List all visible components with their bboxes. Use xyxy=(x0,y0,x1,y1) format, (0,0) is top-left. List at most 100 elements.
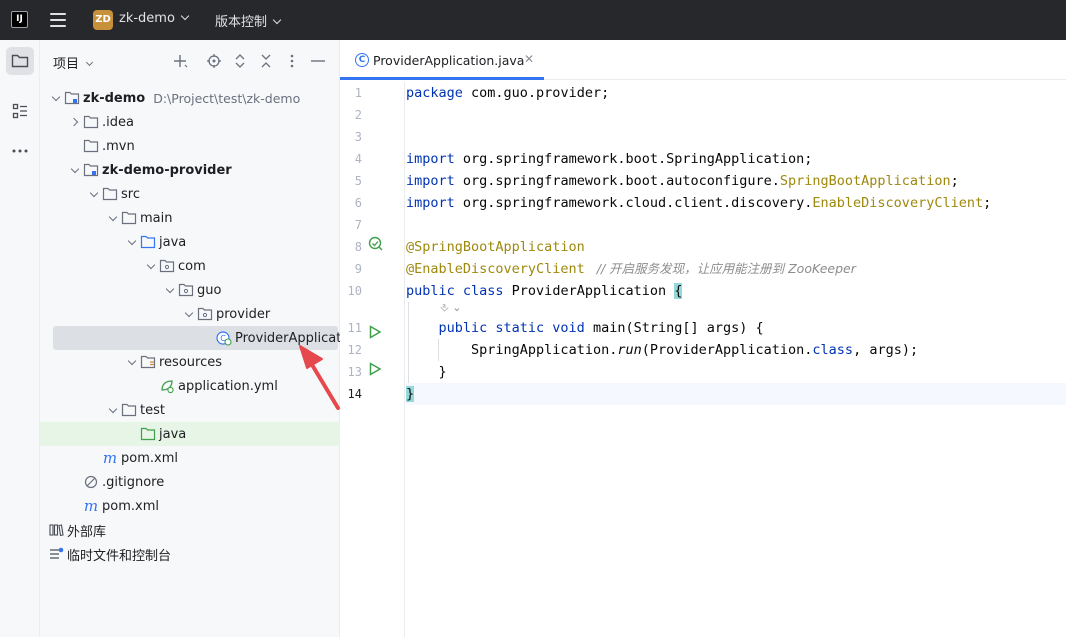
tree-item[interactable]: provider xyxy=(40,302,340,326)
run-main-icon[interactable] xyxy=(368,362,382,376)
folder-icon xyxy=(11,54,29,68)
chevron-down-icon[interactable] xyxy=(105,210,121,226)
line-number: 6 xyxy=(354,196,362,210)
tree-item-label: main xyxy=(140,210,173,226)
vcs-menu[interactable]: 版本控制 xyxy=(215,11,282,30)
indent-guide xyxy=(438,339,439,361)
more-icon xyxy=(12,149,28,153)
tree-item[interactable]: zk-demo D:\Project\test\zk-demo xyxy=(40,86,340,110)
line-number: 13 xyxy=(347,365,362,379)
chevron-down-icon[interactable] xyxy=(181,306,197,322)
tree-item[interactable]: guo xyxy=(40,278,340,302)
code-line: import org.springframework.boot.SpringAp… xyxy=(406,151,813,167)
code-line: } xyxy=(406,364,447,380)
tree-item-label: zk-demo xyxy=(83,90,146,106)
library-icon xyxy=(48,522,64,538)
maven-icon: m xyxy=(83,498,99,514)
source-folder-icon xyxy=(140,234,156,250)
chevron-down-icon[interactable] xyxy=(67,162,83,178)
chevron-down-icon[interactable] xyxy=(86,186,102,202)
tree-item[interactable]: application.yml xyxy=(40,374,340,398)
project-badge[interactable]: ZD xyxy=(93,10,113,30)
project-panel-header: 项目 xyxy=(40,40,340,82)
code-line: package com.guo.provider; xyxy=(406,85,610,101)
package-icon xyxy=(178,282,194,298)
tree-item[interactable]: .mvn xyxy=(40,134,340,158)
tree-item[interactable]: test xyxy=(40,398,340,422)
folder-icon xyxy=(83,114,99,130)
run-class-icon[interactable] xyxy=(368,325,382,339)
tree-item[interactable]: C ProviderApplication xyxy=(53,326,361,350)
tree-item[interactable]: m pom.xml xyxy=(40,446,340,470)
options-icon[interactable] xyxy=(283,52,301,70)
tree-item[interactable]: 外部库 xyxy=(40,518,340,542)
code-line: public static void main(String[] args) { xyxy=(438,320,764,336)
locate-icon[interactable] xyxy=(205,52,223,70)
code-line: SpringApplication.run(ProviderApplicatio… xyxy=(471,342,919,358)
tab-provider-application[interactable]: C ProviderApplication.java ✕ xyxy=(340,40,545,80)
close-icon[interactable]: ✕ xyxy=(524,52,534,66)
project-view-selector[interactable]: 项目 xyxy=(53,53,94,72)
more-tools-button[interactable] xyxy=(6,137,34,165)
code-line: public class ProviderApplication { xyxy=(406,283,683,299)
spring-bean-gutter-icon[interactable] xyxy=(368,236,384,252)
expand-all-icon[interactable] xyxy=(231,52,249,70)
hide-panel-icon[interactable] xyxy=(309,52,327,70)
tree-item[interactable]: .idea xyxy=(40,110,340,134)
tree-item[interactable]: main xyxy=(40,206,340,230)
chevron-right-icon[interactable] xyxy=(67,114,83,130)
tool-window-strip xyxy=(0,40,40,637)
project-switcher[interactable]: zk-demo xyxy=(119,11,190,26)
folder-icon xyxy=(121,210,137,226)
tree-item-label: .gitignore xyxy=(102,474,165,490)
tree-item-label: guo xyxy=(197,282,222,298)
chevron-down-icon[interactable] xyxy=(124,354,140,370)
structure-tool-button[interactable] xyxy=(6,97,34,125)
folder-icon xyxy=(83,138,99,154)
tree-item-label: resources xyxy=(159,354,223,370)
tree-item[interactable]: java xyxy=(40,422,340,446)
tree-item[interactable]: resources xyxy=(40,350,340,374)
tree-item[interactable]: 临时文件和控制台 xyxy=(40,542,340,566)
add-icon[interactable] xyxy=(171,52,189,70)
tree-item[interactable]: src xyxy=(40,182,340,206)
tree-item[interactable]: java xyxy=(40,230,340,254)
line-number: 4 xyxy=(354,152,362,166)
tree-item[interactable]: zk-demo-provider xyxy=(40,158,340,182)
tree-item-label: .mvn xyxy=(102,138,135,154)
tree-item-label: src xyxy=(121,186,140,202)
project-name: zk-demo xyxy=(119,11,175,26)
chevron-down-icon[interactable] xyxy=(105,402,121,418)
tree-item[interactable]: m pom.xml xyxy=(40,494,340,518)
tree-item[interactable]: .gitignore xyxy=(40,470,340,494)
ignore-file-icon xyxy=(83,474,99,490)
line-number: 14 xyxy=(347,387,362,401)
chevron-down-icon[interactable] xyxy=(143,258,159,274)
folder-icon xyxy=(102,186,118,202)
tree-item-label: pom.xml xyxy=(121,450,178,466)
chevron-down-icon xyxy=(272,15,282,25)
scratch-icon xyxy=(48,546,64,562)
chevron-down-icon xyxy=(180,11,190,21)
tree-item-label: 临时文件和控制台 xyxy=(67,548,172,564)
collapse-all-icon[interactable] xyxy=(257,52,275,70)
project-tool-button[interactable] xyxy=(6,47,34,75)
tree-item-path: D:\Project\test\zk-demo xyxy=(153,90,301,106)
tree-item[interactable]: com xyxy=(40,254,340,278)
chevron-down-icon[interactable] xyxy=(48,90,64,106)
chevron-down-icon[interactable] xyxy=(124,234,140,250)
inlay-hint[interactable]: ⎀ ⌄ xyxy=(440,301,462,315)
java-class-icon: C xyxy=(355,53,369,67)
intellij-logo-icon[interactable]: IJ xyxy=(11,11,28,28)
chevron-down-icon[interactable] xyxy=(162,282,178,298)
main-menu-icon[interactable] xyxy=(50,13,66,27)
maven-icon: m xyxy=(102,450,118,466)
panel-title: 项目 xyxy=(53,57,80,72)
line-number: 9 xyxy=(354,262,362,276)
line-number: 7 xyxy=(354,218,362,232)
